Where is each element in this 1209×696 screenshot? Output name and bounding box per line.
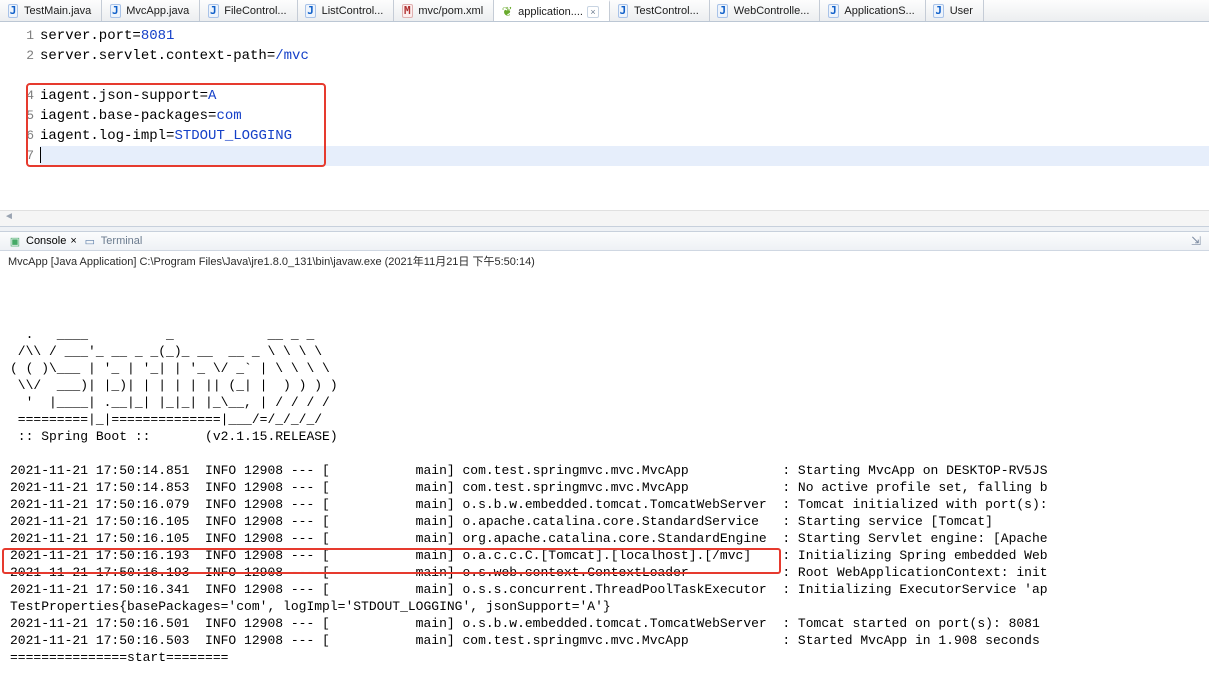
editor-tab-label: ApplicationS... <box>844 5 914 17</box>
editor-tab[interactable]: J WebControlle... <box>710 0 821 21</box>
close-icon[interactable]: × <box>70 235 76 247</box>
properties-file-icon: ❦ <box>502 4 513 20</box>
line-gutter: 124567 <box>0 22 40 210</box>
java-file-icon: J <box>208 4 219 18</box>
editor-tab-label: application.... <box>518 6 583 18</box>
editor-tabbar: J TestMain.java J MvcApp.java J FileControl..… <box>0 0 1209 22</box>
code-line[interactable] <box>40 146 1209 166</box>
editor-tab[interactable]: Mmvc/pom.xml <box>394 0 494 21</box>
editor-tab-label: TestControl... <box>634 5 699 17</box>
editor-tab-label: TestMain.java <box>24 5 91 17</box>
tab-console-label: Console <box>26 235 66 247</box>
maven-file-icon: M <box>402 4 413 18</box>
editor-tab-label: User <box>950 5 973 17</box>
editor-tab[interactable]: J ApplicationS... <box>820 0 925 21</box>
editor-tab-label: ListControl... <box>322 5 384 17</box>
java-file-icon: J <box>305 4 316 18</box>
code-line[interactable]: iagent.log-impl=STDOUT_LOGGING <box>40 126 1209 146</box>
tab-console[interactable]: ▣ Console × <box>8 234 77 248</box>
console-icon: ▣ <box>8 234 22 248</box>
code-line[interactable]: iagent.base-packages=com <box>40 106 1209 126</box>
editor-tab-label: FileControl... <box>224 5 286 17</box>
console-tabbar: ▣ Console × ▭ Terminal ⇲ <box>0 232 1209 251</box>
editor-hscroll[interactable] <box>0 210 1209 226</box>
editor-tab[interactable]: ❦ application.... × <box>494 0 610 21</box>
editor-area[interactable]: 124567 server.port=8081server.servlet.co… <box>0 22 1209 210</box>
close-icon[interactable]: × <box>587 6 599 18</box>
editor-tab-label: WebControlle... <box>734 5 810 17</box>
java-file-icon: J <box>717 4 728 18</box>
editor-tab[interactable]: J MvcApp.java <box>102 0 200 21</box>
code-area[interactable]: server.port=8081server.servlet.context-p… <box>40 22 1209 210</box>
editor-tab-label: MvcApp.java <box>126 5 189 17</box>
editor-tab-label: mvc/pom.xml <box>418 5 483 17</box>
terminal-icon: ▭ <box>83 234 97 248</box>
java-file-icon: J <box>828 4 839 18</box>
console-actions[interactable]: ⇲ <box>1191 234 1201 248</box>
tab-terminal-label: Terminal <box>101 235 143 247</box>
java-file-icon: J <box>110 4 121 18</box>
code-line[interactable] <box>40 66 1209 86</box>
code-line[interactable]: server.servlet.context-path=/mvc <box>40 46 1209 66</box>
editor-tab[interactable]: J User <box>926 0 984 21</box>
java-file-icon: J <box>8 4 19 18</box>
editor-tab[interactable]: J ListControl... <box>298 0 395 21</box>
tab-terminal[interactable]: ▭ Terminal <box>83 234 143 248</box>
code-line[interactable]: server.port=8081 <box>40 26 1209 46</box>
console-output[interactable]: . ____ _ __ _ _ /\\ / ___'_ __ _ _(_)_ _… <box>0 271 1209 696</box>
java-file-icon: J <box>618 4 629 18</box>
console-run-info: MvcApp [Java Application] C:\Program Fil… <box>0 251 1209 271</box>
editor-tab[interactable]: J FileControl... <box>200 0 297 21</box>
editor-tab[interactable]: J TestControl... <box>610 0 710 21</box>
code-line[interactable]: iagent.json-support=A <box>40 86 1209 106</box>
editor-tab[interactable]: J TestMain.java <box>0 0 102 21</box>
java-file-icon: J <box>933 4 944 18</box>
